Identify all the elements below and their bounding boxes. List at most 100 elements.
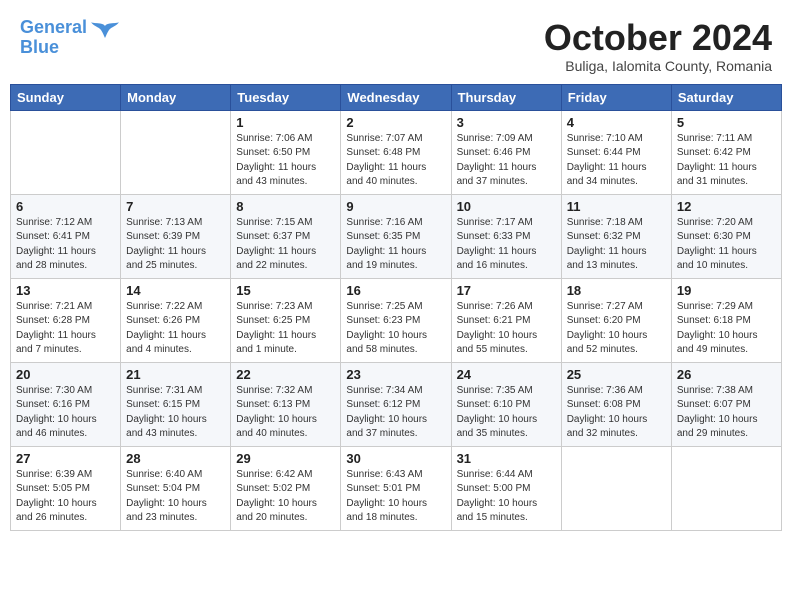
day-info: Sunrise: 6:44 AM Sunset: 5:00 PM Dayligh… [457,468,556,526]
day-info: Sunrise: 7:12 AM Sunset: 6:41 PM Dayligh… [16,216,115,274]
calendar-cell: 18Sunrise: 7:27 AM Sunset: 6:20 PM Dayli… [561,278,671,362]
day-number: 16 [346,283,445,298]
day-info: Sunrise: 7:31 AM Sunset: 6:15 PM Dayligh… [126,384,225,442]
calendar-week-row: 1 Sunrise: 7:06 AM Sunset: 6:50 PM Daylig… [11,110,782,194]
day-info: Sunrise: 7:38 AM Sunset: 6:07 PM Dayligh… [677,384,776,442]
calendar-cell: 12 Sunrise: 7:20 AM Sunset: 6:30 PM Dayli… [671,194,781,278]
day-info: Sunrise: 7:09 AM Sunset: 6:46 PM Dayligh… [457,132,556,190]
calendar-cell: 31 Sunrise: 6:44 AM Sunset: 5:00 PM Dayli… [451,446,561,530]
calendar-cell [561,446,671,530]
month-title: October 2024 [544,18,772,58]
day-number: 29 [236,451,335,466]
calendar-week-row: 27Sunrise: 6:39 AM Sunset: 5:05 PM Dayli… [11,446,782,530]
day-number: 18 [567,283,666,298]
day-number: 6 [16,199,115,214]
day-info: Sunrise: 7:25 AM Sunset: 6:23 PM Dayligh… [346,300,445,358]
calendar-cell: 22 Sunrise: 7:32 AM Sunset: 6:13 PM Dayli… [231,362,341,446]
day-number: 19 [677,283,776,298]
calendar-cell: 15 Sunrise: 7:23 AM Sunset: 6:25 PM Dayli… [231,278,341,362]
day-number: 12 [677,199,776,214]
day-number: 17 [457,283,556,298]
page-header: General Blue October 2024 Buliga, Ialomi… [10,10,782,78]
title-section: October 2024 Buliga, Ialomita County, Ro… [544,18,772,74]
day-number: 4 [567,115,666,130]
calendar-cell: 25 Sunrise: 7:36 AM Sunset: 6:08 PM Dayli… [561,362,671,446]
logo-bird-icon [91,22,119,44]
calendar-cell: 17 Sunrise: 7:26 AM Sunset: 6:21 PM Dayli… [451,278,561,362]
calendar-cell: 21Sunrise: 7:31 AM Sunset: 6:15 PM Dayli… [121,362,231,446]
calendar-cell: 27Sunrise: 6:39 AM Sunset: 5:05 PM Dayli… [11,446,121,530]
calendar-cell [121,110,231,194]
day-info: Sunrise: 7:22 AM Sunset: 6:26 PM Dayligh… [126,300,225,358]
day-number: 1 [236,115,335,130]
logo: General Blue [20,18,119,58]
calendar-cell: 19 Sunrise: 7:29 AM Sunset: 6:18 PM Dayli… [671,278,781,362]
calendar-cell [671,446,781,530]
calendar-cell: 7Sunrise: 7:13 AM Sunset: 6:39 PM Daylig… [121,194,231,278]
day-number: 27 [16,451,115,466]
calendar-cell: 20 Sunrise: 7:30 AM Sunset: 6:16 PM Dayli… [11,362,121,446]
day-info: Sunrise: 7:13 AM Sunset: 6:39 PM Dayligh… [126,216,225,274]
day-number: 24 [457,367,556,382]
location-subtitle: Buliga, Ialomita County, Romania [544,58,772,74]
calendar-cell: 3 Sunrise: 7:09 AM Sunset: 6:46 PM Daylig… [451,110,561,194]
day-number: 30 [346,451,445,466]
day-info: Sunrise: 7:32 AM Sunset: 6:13 PM Dayligh… [236,384,335,442]
calendar-cell: 13Sunrise: 7:21 AM Sunset: 6:28 PM Dayli… [11,278,121,362]
calendar-cell: 11 Sunrise: 7:18 AM Sunset: 6:32 PM Dayli… [561,194,671,278]
day-info: Sunrise: 7:18 AM Sunset: 6:32 PM Dayligh… [567,216,666,274]
day-of-week-header: Thursday [451,84,561,110]
calendar-cell: 29 Sunrise: 6:42 AM Sunset: 5:02 PM Dayli… [231,446,341,530]
day-info: Sunrise: 6:42 AM Sunset: 5:02 PM Dayligh… [236,468,335,526]
calendar-cell: 14Sunrise: 7:22 AM Sunset: 6:26 PM Dayli… [121,278,231,362]
day-info: Sunrise: 7:06 AM Sunset: 6:50 PM Dayligh… [236,132,335,190]
day-of-week-header: Wednesday [341,84,451,110]
calendar-cell: 8Sunrise: 7:15 AM Sunset: 6:37 PM Daylig… [231,194,341,278]
day-number: 23 [346,367,445,382]
day-info: Sunrise: 7:07 AM Sunset: 6:48 PM Dayligh… [346,132,445,190]
day-number: 3 [457,115,556,130]
calendar-cell: 28 Sunrise: 6:40 AM Sunset: 5:04 PM Dayli… [121,446,231,530]
day-number: 5 [677,115,776,130]
day-info: Sunrise: 7:10 AM Sunset: 6:44 PM Dayligh… [567,132,666,190]
calendar-cell: 1 Sunrise: 7:06 AM Sunset: 6:50 PM Daylig… [231,110,341,194]
day-info: Sunrise: 6:43 AM Sunset: 5:01 PM Dayligh… [346,468,445,526]
calendar-week-row: 6 Sunrise: 7:12 AM Sunset: 6:41 PM Daylig… [11,194,782,278]
day-of-week-header: Sunday [11,84,121,110]
day-info: Sunrise: 7:23 AM Sunset: 6:25 PM Dayligh… [236,300,335,358]
calendar-cell: 9Sunrise: 7:16 AM Sunset: 6:35 PM Daylig… [341,194,451,278]
calendar-cell: 6 Sunrise: 7:12 AM Sunset: 6:41 PM Daylig… [11,194,121,278]
day-of-week-header: Tuesday [231,84,341,110]
calendar-week-row: 20 Sunrise: 7:30 AM Sunset: 6:16 PM Dayli… [11,362,782,446]
calendar-cell: 16 Sunrise: 7:25 AM Sunset: 6:23 PM Dayli… [341,278,451,362]
day-info: Sunrise: 7:11 AM Sunset: 6:42 PM Dayligh… [677,132,776,190]
day-number: 25 [567,367,666,382]
day-info: Sunrise: 7:30 AM Sunset: 6:16 PM Dayligh… [16,384,115,442]
day-info: Sunrise: 6:40 AM Sunset: 5:04 PM Dayligh… [126,468,225,526]
day-info: Sunrise: 7:29 AM Sunset: 6:18 PM Dayligh… [677,300,776,358]
day-info: Sunrise: 7:35 AM Sunset: 6:10 PM Dayligh… [457,384,556,442]
calendar-cell: 23 Sunrise: 7:34 AM Sunset: 6:12 PM Dayli… [341,362,451,446]
day-info: Sunrise: 7:20 AM Sunset: 6:30 PM Dayligh… [677,216,776,274]
day-info: Sunrise: 7:16 AM Sunset: 6:35 PM Dayligh… [346,216,445,274]
day-info: Sunrise: 7:26 AM Sunset: 6:21 PM Dayligh… [457,300,556,358]
logo-text: General Blue [20,18,87,58]
calendar-cell: 5 Sunrise: 7:11 AM Sunset: 6:42 PM Daylig… [671,110,781,194]
day-info: Sunrise: 7:17 AM Sunset: 6:33 PM Dayligh… [457,216,556,274]
day-number: 10 [457,199,556,214]
day-number: 15 [236,283,335,298]
calendar-cell: 30 Sunrise: 6:43 AM Sunset: 5:01 PM Dayli… [341,446,451,530]
day-number: 22 [236,367,335,382]
day-info: Sunrise: 7:36 AM Sunset: 6:08 PM Dayligh… [567,384,666,442]
day-number: 20 [16,367,115,382]
day-number: 28 [126,451,225,466]
day-of-week-header: Monday [121,84,231,110]
day-number: 31 [457,451,556,466]
day-info: Sunrise: 7:21 AM Sunset: 6:28 PM Dayligh… [16,300,115,358]
calendar-cell: 2Sunrise: 7:07 AM Sunset: 6:48 PM Daylig… [341,110,451,194]
calendar-table: SundayMondayTuesdayWednesdayThursdayFrid… [10,84,782,531]
day-info: Sunrise: 7:34 AM Sunset: 6:12 PM Dayligh… [346,384,445,442]
day-number: 26 [677,367,776,382]
day-number: 11 [567,199,666,214]
day-of-week-header: Friday [561,84,671,110]
